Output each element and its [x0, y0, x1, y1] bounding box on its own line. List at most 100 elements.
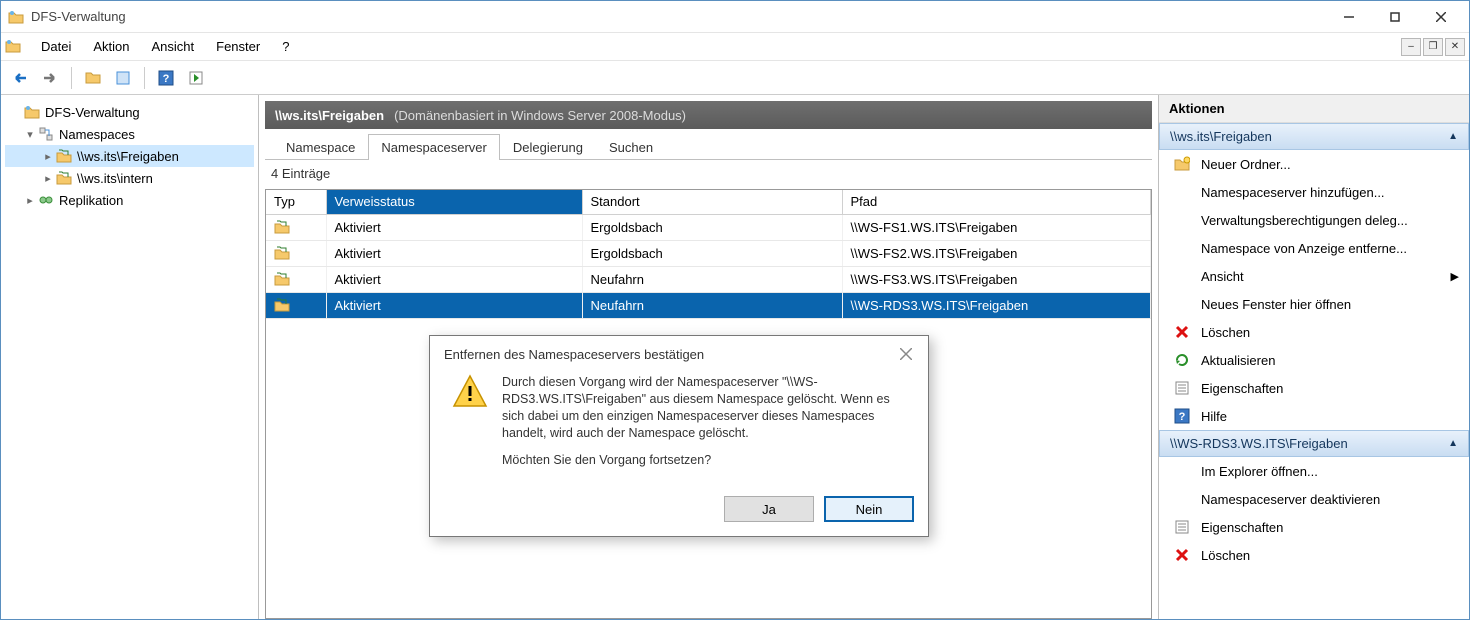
toolbar-view-button[interactable] [110, 65, 136, 91]
help-icon [1173, 408, 1191, 424]
menu-aktion[interactable]: Aktion [83, 36, 139, 57]
cell-path: \\WS-FS2.WS.ITS\Freigaben [842, 240, 1151, 266]
mdi-close-button[interactable]: ✕ [1445, 38, 1465, 56]
tree-expander-icon[interactable]: ▾ [23, 128, 37, 141]
toolbar-separator [71, 67, 72, 89]
blank-icon [1173, 184, 1191, 200]
action-item[interactable]: Namespace von Anzeige entferne... [1159, 234, 1469, 262]
action-item-label: Namespaceserver hinzufügen... [1201, 185, 1385, 200]
confirm-remove-dialog: Entfernen des Namespaceservers bestätige… [429, 335, 929, 537]
tab-namespace[interactable]: Namespace [273, 134, 368, 160]
tree-node-freigaben[interactable]: ▸ \\ws.its\Freigaben [5, 145, 254, 167]
table-row[interactable]: AktiviertNeufahrn\\WS-RDS3.WS.ITS\Freiga… [266, 292, 1151, 318]
col-pfad[interactable]: Pfad [842, 190, 1151, 214]
cell-status: Aktiviert [326, 214, 582, 240]
cell-status: Aktiviert [326, 240, 582, 266]
menu-fenster[interactable]: Fenster [206, 36, 270, 57]
window-title: DFS-Verwaltung [31, 9, 1327, 24]
action-item[interactable]: Neuer Ordner... [1159, 150, 1469, 178]
share-icon [55, 148, 73, 164]
menu-bar: Datei Aktion Ansicht Fenster ? – ❐ ✕ [1, 33, 1469, 61]
toolbar-up-button[interactable] [80, 65, 106, 91]
window-maximize-button[interactable] [1373, 3, 1417, 31]
tree-node-replikation[interactable]: ▸ Replikation [5, 189, 254, 211]
toolbar-help-button[interactable] [153, 65, 179, 91]
dialog-close-button[interactable] [894, 344, 918, 364]
dialog-body-text-2: Möchten Sie den Vorgang fortsetzen? [502, 452, 914, 469]
action-item[interactable]: Neues Fenster hier öffnen [1159, 290, 1469, 318]
action-item-label: Namespaceserver deaktivieren [1201, 492, 1380, 507]
actions-pane: Aktionen \\ws.its\Freigaben ▲ Neuer Ordn… [1159, 95, 1469, 619]
tab-suchen[interactable]: Suchen [596, 134, 666, 160]
table-row[interactable]: AktiviertErgoldsbach\\WS-FS2.WS.ITS\Frei… [266, 240, 1151, 266]
actions-group2-header[interactable]: \\WS-RDS3.WS.ITS\Freigaben ▲ [1159, 430, 1469, 457]
action-item[interactable]: Verwaltungsberechtigungen deleg... [1159, 206, 1469, 234]
action-item-label: Verwaltungsberechtigungen deleg... [1201, 213, 1408, 228]
folder-new-icon [1173, 156, 1191, 172]
menu-datei[interactable]: Datei [31, 36, 81, 57]
action-item[interactable]: Namespaceserver hinzufügen... [1159, 178, 1469, 206]
blank-icon [1173, 212, 1191, 228]
toolbar-forward-button[interactable] [37, 65, 63, 91]
action-item[interactable]: Hilfe [1159, 402, 1469, 430]
tab-delegierung[interactable]: Delegierung [500, 134, 596, 160]
tab-strip: Namespace Namespaceserver Delegierung Su… [265, 133, 1152, 160]
tree-expander-icon[interactable]: ▸ [41, 150, 55, 163]
tree-pane: DFS-Verwaltung ▾ Namespaces ▸ \\ws.its\F… [1, 95, 259, 619]
replication-icon [37, 192, 55, 208]
share-icon [274, 297, 292, 313]
action-item-label: Löschen [1201, 548, 1250, 563]
tree-expander-icon[interactable]: ▸ [23, 194, 37, 207]
action-item[interactable]: Im Explorer öffnen... [1159, 457, 1469, 485]
delete-icon [1173, 547, 1191, 563]
share-icon [274, 245, 292, 261]
cell-path: \\WS-FS1.WS.ITS\Freigaben [842, 214, 1151, 240]
app-icon [7, 8, 25, 26]
mdi-minimize-button[interactable]: – [1401, 38, 1421, 56]
action-item[interactable]: Löschen [1159, 541, 1469, 569]
action-item[interactable]: Eigenschaften [1159, 374, 1469, 402]
menu-ansicht[interactable]: Ansicht [142, 36, 205, 57]
server-table: Typ Verweisstatus Standort Pfad Aktivier… [266, 190, 1151, 319]
cell-status: Aktiviert [326, 292, 582, 318]
action-item-label: Eigenschaften [1201, 381, 1283, 396]
dialog-body-text-1: Durch diesen Vorgang wird der Namespaces… [502, 374, 914, 442]
col-typ[interactable]: Typ [266, 190, 326, 214]
action-item[interactable]: Eigenschaften [1159, 513, 1469, 541]
cell-path: \\WS-FS3.WS.ITS\Freigaben [842, 266, 1151, 292]
table-row[interactable]: AktiviertErgoldsbach\\WS-FS1.WS.ITS\Frei… [266, 214, 1151, 240]
toolbar [1, 61, 1469, 95]
action-item[interactable]: Löschen [1159, 318, 1469, 346]
tree-root-node[interactable]: DFS-Verwaltung [5, 101, 254, 123]
action-item[interactable]: Namespaceserver deaktivieren [1159, 485, 1469, 513]
window-close-button[interactable] [1419, 3, 1463, 31]
action-item[interactable]: Aktualisieren [1159, 346, 1469, 374]
col-verweisstatus[interactable]: Verweisstatus [326, 190, 582, 214]
col-standort[interactable]: Standort [582, 190, 842, 214]
collapse-icon: ▲ [1448, 438, 1458, 449]
action-item-label: Eigenschaften [1201, 520, 1283, 535]
toolbar-refresh-button[interactable] [183, 65, 209, 91]
action-item-label: Ansicht [1201, 269, 1244, 284]
mdi-restore-button[interactable]: ❐ [1423, 38, 1443, 56]
table-row[interactable]: AktiviertNeufahrn\\WS-FS3.WS.ITS\Freigab… [266, 266, 1151, 292]
tree-node-namespaces[interactable]: ▾ Namespaces [5, 123, 254, 145]
tab-namespaceserver[interactable]: Namespaceserver [368, 134, 500, 160]
dfs-root-icon [23, 104, 41, 120]
window-minimize-button[interactable] [1327, 3, 1371, 31]
menu-help[interactable]: ? [272, 36, 299, 57]
share-icon [274, 271, 292, 287]
action-item-label: Neuer Ordner... [1201, 157, 1291, 172]
action-item-label: Namespace von Anzeige entferne... [1201, 241, 1407, 256]
props-icon [1173, 519, 1191, 535]
tree-node-label: Replikation [59, 193, 123, 208]
toolbar-back-button[interactable] [7, 65, 33, 91]
action-item[interactable]: Ansicht▶ [1159, 262, 1469, 290]
dialog-yes-button[interactable]: Ja [724, 496, 814, 522]
warning-icon [452, 374, 488, 410]
dialog-no-button[interactable]: Nein [824, 496, 914, 522]
actions-group1-header[interactable]: \\ws.its\Freigaben ▲ [1159, 123, 1469, 150]
tree-expander-icon[interactable]: ▸ [41, 172, 55, 185]
tree-node-intern[interactable]: ▸ \\ws.its\intern [5, 167, 254, 189]
namespace-icon [37, 126, 55, 142]
